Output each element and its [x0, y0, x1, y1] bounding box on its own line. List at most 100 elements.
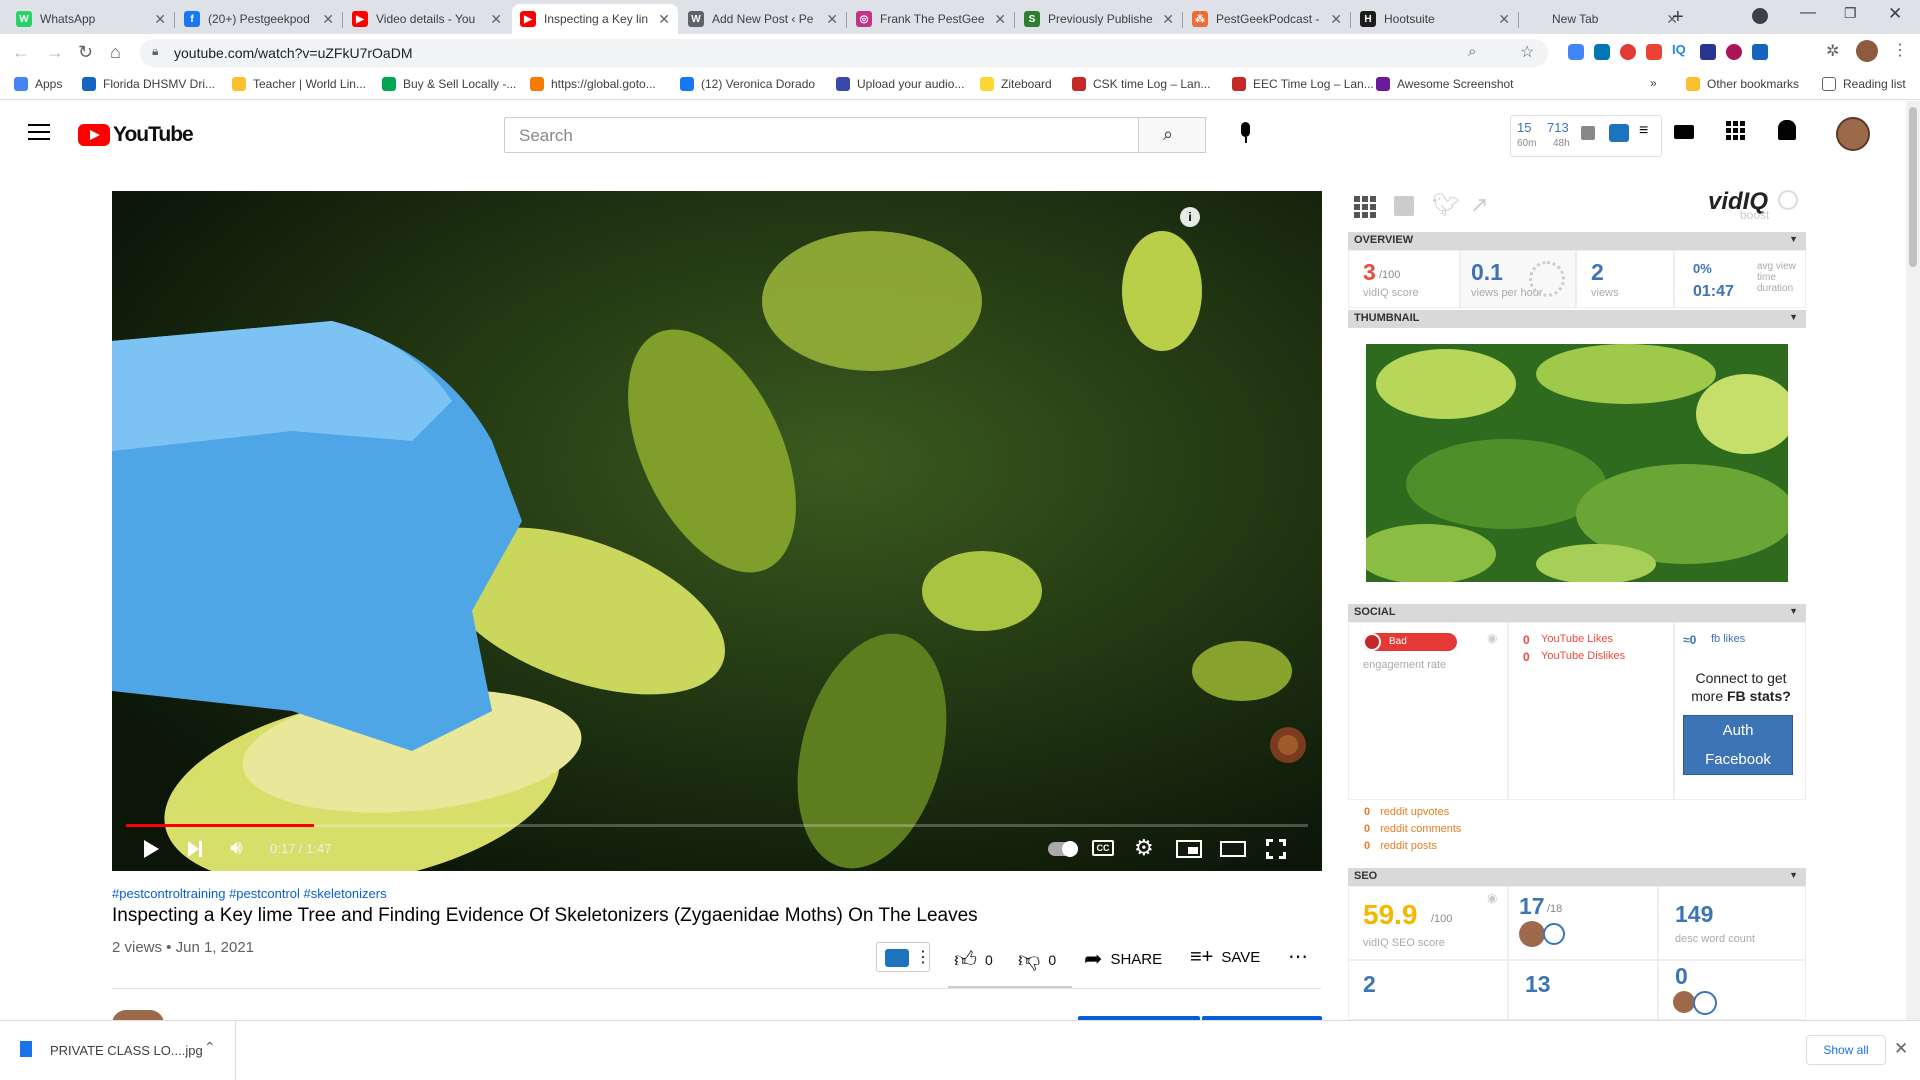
play-icon[interactable] — [144, 840, 159, 858]
tab-close-icon[interactable]: ✕ — [1162, 11, 1174, 28]
back-icon[interactable]: ← — [12, 42, 30, 63]
bookmark-item[interactable]: Apps — [14, 77, 62, 91]
info-card-icon[interactable]: i — [1180, 207, 1200, 227]
tab-close-icon[interactable]: ✕ — [1498, 11, 1510, 28]
zoom-icon[interactable]: ⌕ — [1468, 43, 1476, 60]
tab-close-icon[interactable]: ✕ — [826, 11, 838, 28]
reading-list[interactable]: Reading list — [1822, 77, 1906, 91]
social-header[interactable]: SOCIAL ▼ — [1348, 604, 1806, 622]
settings-gear-icon[interactable]: ⚙ — [1134, 835, 1154, 861]
browser-tab[interactable]: ▶ Inspecting a Key lin ✕ — [512, 4, 678, 34]
twitter-icon[interactable]: 🐦︎ — [1432, 192, 1460, 218]
reload-icon[interactable]: ↻ — [78, 42, 93, 63]
browser-tab[interactable]: ⁂ PestGeekPodcast - ✕ — [1184, 4, 1350, 34]
browser-tab[interactable]: W WhatsApp ✕ — [8, 4, 174, 34]
minimize-icon[interactable]: — — [1800, 4, 1816, 22]
vidiq-extension-icon[interactable]: IQ — [1672, 42, 1686, 57]
page-scrollbar[interactable] — [1906, 101, 1920, 1020]
forward-icon[interactable]: → — [46, 42, 64, 63]
profile-avatar[interactable] — [1856, 40, 1878, 62]
browser-tab[interactable]: H Hootsuite ✕ — [1352, 4, 1518, 34]
bookmark-item[interactable]: https://global.goto... — [530, 77, 656, 91]
bookmark-item[interactable]: (12) Veronica Dorado — [680, 77, 815, 91]
video-player[interactable]: i 🔊︎ 0:17 / 1:47 CC ⚙ — [112, 191, 1322, 871]
collapse-icon[interactable] — [1778, 190, 1798, 210]
miniplayer-icon[interactable] — [1176, 840, 1202, 858]
theater-mode-icon[interactable] — [1220, 841, 1246, 857]
tab-close-icon[interactable]: ✕ — [154, 11, 166, 28]
bookmark-item[interactable]: Upload your audio... — [836, 77, 964, 91]
bookmarks-overflow-icon[interactable]: » — [1650, 76, 1657, 90]
extension-icon[interactable] — [1568, 44, 1584, 60]
eye-icon[interactable]: ◉ — [1487, 891, 1497, 905]
voice-search-button[interactable] — [1228, 115, 1264, 151]
dislike-button[interactable]: 👎︎ 0 — [1018, 946, 1056, 973]
vidiq-grid-tab-icon[interactable] — [1354, 196, 1376, 218]
guide-menu-icon[interactable] — [28, 124, 50, 140]
eye-icon[interactable]: ◉ — [1487, 631, 1497, 645]
overview-header[interactable]: OVERVIEW ▼ — [1348, 232, 1806, 250]
extension-icon[interactable] — [1594, 44, 1610, 60]
bookmark-item[interactable]: Teacher | World Lin... — [232, 77, 366, 91]
extension-icon[interactable] — [1752, 44, 1768, 60]
browser-tab[interactable]: ◎ Frank The PestGee ✕ — [848, 4, 1014, 34]
extensions-puzzle-icon[interactable]: ✲ — [1826, 41, 1839, 61]
address-bar[interactable]: 🔒︎ youtube.com/watch?v=uZFkU7rOaDM ⌕ ☆ — [140, 39, 1548, 67]
tab-close-icon[interactable]: ✕ — [994, 11, 1006, 28]
seo-header[interactable]: SEO ▼ — [1348, 868, 1806, 886]
bookmark-item[interactable]: EEC Time Log – Lan... — [1232, 77, 1374, 91]
close-download-bar-icon[interactable]: ✕ — [1894, 1039, 1908, 1059]
progress-bar[interactable] — [126, 824, 1308, 827]
extension-icon[interactable] — [1646, 44, 1662, 60]
chevron-up-icon[interactable]: ⌃ — [204, 1039, 216, 1056]
vidiq-realtime-stats[interactable]: 15 60m 713 48h ≡ — [1510, 115, 1662, 157]
browser-tab[interactable]: f (20+) Pestgeekpod ✕ — [176, 4, 342, 34]
browser-tab[interactable]: W Add New Post ‹ Pe ✕ — [680, 4, 846, 34]
bookmark-star-icon[interactable]: ☆ — [1520, 42, 1534, 62]
tab-search-icon[interactable] — [1752, 8, 1768, 24]
vidiq-video-menu-button[interactable]: ⋮ — [876, 942, 931, 972]
tab-close-icon[interactable]: ✕ — [1330, 11, 1342, 28]
bookmark-item[interactable]: Ziteboard — [980, 77, 1052, 91]
extension-icon[interactable] — [1700, 44, 1716, 60]
browser-menu-icon[interactable]: ⋮ — [1892, 40, 1908, 60]
maximize-icon[interactable]: ❐ — [1844, 5, 1857, 22]
search-input[interactable]: Search — [504, 117, 1140, 153]
other-bookmarks[interactable]: Other bookmarks — [1686, 77, 1799, 91]
more-actions-icon[interactable]: ⋯ — [1288, 944, 1308, 969]
bookmark-item[interactable]: Buy & Sell Locally -... — [382, 77, 516, 91]
tab-close-icon[interactable]: ✕ — [658, 11, 670, 28]
save-button[interactable]: ≡+ SAVE — [1190, 946, 1260, 969]
browser-tab[interactable]: New Tab ✕ — [1520, 4, 1686, 34]
tab-close-icon[interactable]: ✕ — [322, 11, 334, 28]
trend-icon[interactable]: ↗ — [1470, 192, 1488, 218]
auth-facebook-button[interactable]: Auth Facebook — [1683, 715, 1793, 775]
bookmark-item[interactable]: Awesome Screenshot — [1376, 77, 1514, 91]
apps-grid-icon[interactable] — [1726, 121, 1745, 140]
youtube-logo[interactable]: YouTube — [78, 123, 194, 147]
home-icon[interactable]: ⌂ — [110, 42, 121, 63]
create-video-icon[interactable] — [1674, 125, 1694, 139]
show-all-button[interactable]: Show all — [1806, 1035, 1886, 1065]
vidiq-stats-tab-icon[interactable] — [1394, 196, 1414, 216]
like-button[interactable]: 👍︎ 0 — [954, 946, 993, 973]
account-avatar[interactable] — [1836, 117, 1870, 151]
extension-icon[interactable] — [1620, 44, 1636, 60]
new-tab-button[interactable]: + — [1672, 6, 1684, 29]
bookmark-item[interactable]: CSK time Log – Lan... — [1072, 77, 1210, 91]
bookmark-item[interactable]: Florida DHSMV Dri... — [82, 77, 215, 91]
captions-icon[interactable]: CC — [1092, 840, 1114, 856]
download-item[interactable]: PRIVATE CLASS LO....jpg ⌃ — [0, 1021, 236, 1080]
browser-tab[interactable]: S Previously Publishe ✕ — [1016, 4, 1182, 34]
extension-icon[interactable] — [1726, 44, 1742, 60]
next-icon[interactable] — [188, 841, 202, 857]
tab-close-icon[interactable]: ✕ — [490, 11, 502, 28]
thumbnail-header[interactable]: THUMBNAIL ▼ — [1348, 310, 1806, 328]
search-button[interactable]: ⌕ — [1138, 117, 1206, 153]
share-button[interactable]: ➦ SHARE — [1084, 946, 1162, 972]
hashtags[interactable]: #pestcontroltraining #pestcontrol #skele… — [112, 886, 1322, 901]
thumbnail-image[interactable] — [1366, 344, 1788, 582]
notifications-bell-icon[interactable] — [1778, 120, 1796, 140]
scrollbar-thumb[interactable] — [1909, 107, 1917, 267]
autoplay-toggle[interactable] — [1048, 841, 1078, 857]
